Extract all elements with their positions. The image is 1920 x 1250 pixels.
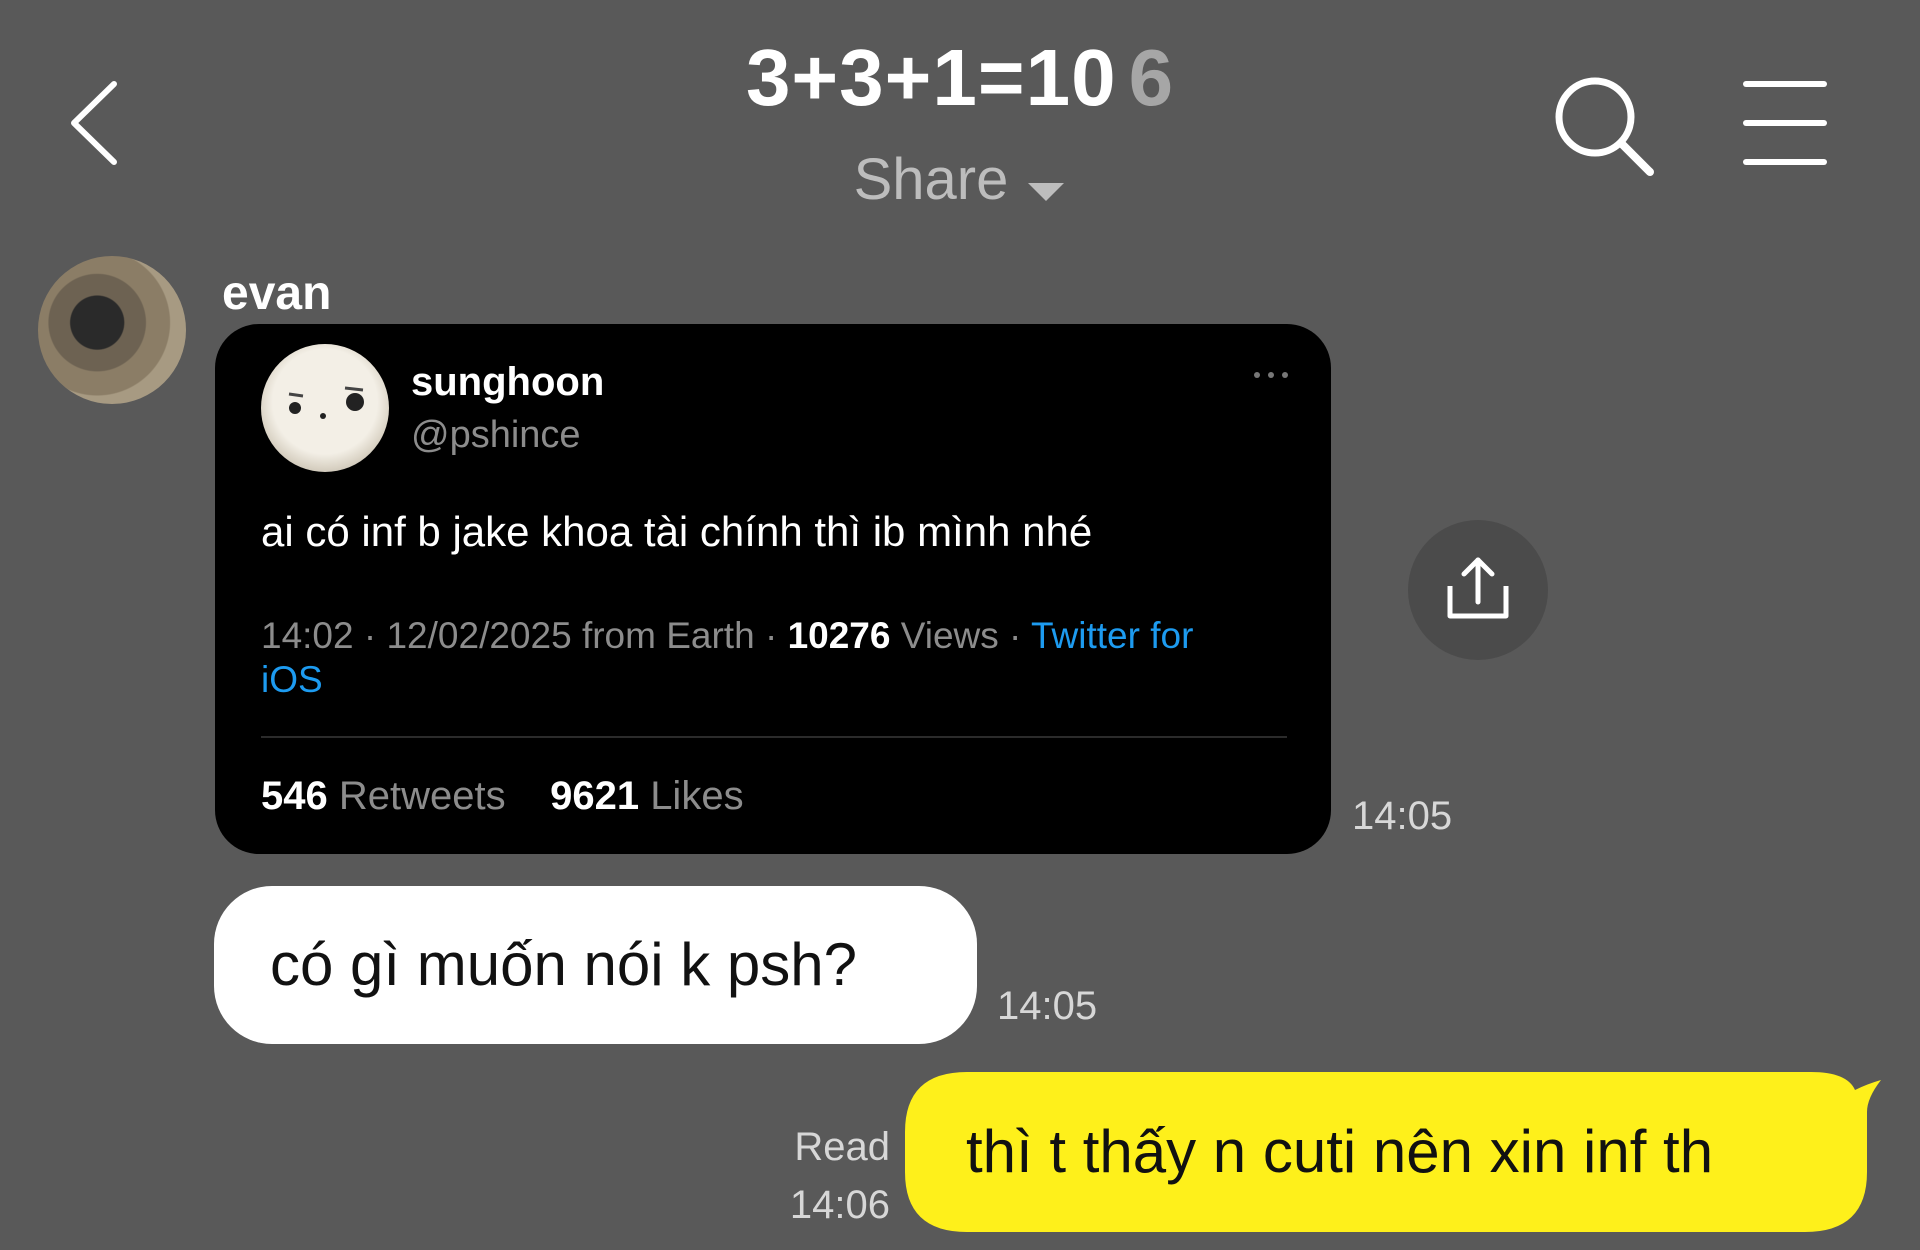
tweet-author-avatar	[261, 344, 389, 472]
sender-name: evan	[222, 267, 332, 320]
tweet-views-count: 10276	[787, 615, 891, 656]
menu-button[interactable]	[1740, 78, 1830, 168]
retweets-count: 546	[261, 774, 328, 818]
message-timestamp: 14:06	[789, 1183, 890, 1227]
tweet-views-label: Views	[900, 615, 999, 656]
tweet-date: 12/02/2025	[386, 615, 572, 656]
face-icon	[288, 386, 364, 419]
outgoing-message-text: thì t thấy n cuti nên xin inf th	[966, 1118, 1714, 1185]
message-timestamp: 14:05	[997, 984, 1098, 1028]
tweet-author-name: sunghoon	[411, 360, 605, 404]
search-icon	[1555, 77, 1654, 176]
tweet-meta: 14:02 · 12/02/2025 from Earth · 10276 Vi…	[261, 615, 1194, 700]
more-dots-icon[interactable]	[1251, 368, 1291, 380]
tweet-time: 14:02	[261, 615, 354, 656]
caret-down-icon	[1026, 150, 1066, 217]
tweet-author-handle: @pshince	[411, 414, 581, 456]
likes-label: Likes	[650, 774, 744, 818]
chat-title: 3+3+1=10	[745, 33, 1117, 122]
upload-share-icon	[1447, 557, 1509, 619]
shared-tweet-card[interactable]: sunghoon @pshince ai có inf b jake khoa …	[215, 324, 1331, 854]
member-count: 6	[1128, 33, 1175, 122]
sender-avatar[interactable]	[38, 256, 186, 404]
tweet-stats: 546 Retweets 9621 Likes	[261, 774, 744, 819]
incoming-message-text: có gì muốn nói k psh?	[270, 931, 858, 998]
tweet-location: from Earth	[581, 615, 755, 656]
tweet-divider	[261, 736, 1287, 738]
read-receipt: Read 14:06	[760, 1118, 890, 1234]
tweet-text: ai có inf b jake khoa tài chính thì ib m…	[261, 508, 1093, 555]
hamburger-menu-icon	[1743, 81, 1827, 165]
share-dropdown-label: Share	[853, 147, 1009, 212]
share-button[interactable]	[1408, 520, 1548, 660]
message-timestamp: 14:05	[1352, 794, 1453, 838]
likes-count: 9621	[550, 774, 640, 818]
retweets-label: Retweets	[338, 774, 506, 818]
search-button[interactable]	[1550, 72, 1660, 182]
incoming-message-bubble[interactable]: có gì muốn nói k psh?	[214, 886, 977, 1044]
read-status: Read	[794, 1125, 890, 1169]
